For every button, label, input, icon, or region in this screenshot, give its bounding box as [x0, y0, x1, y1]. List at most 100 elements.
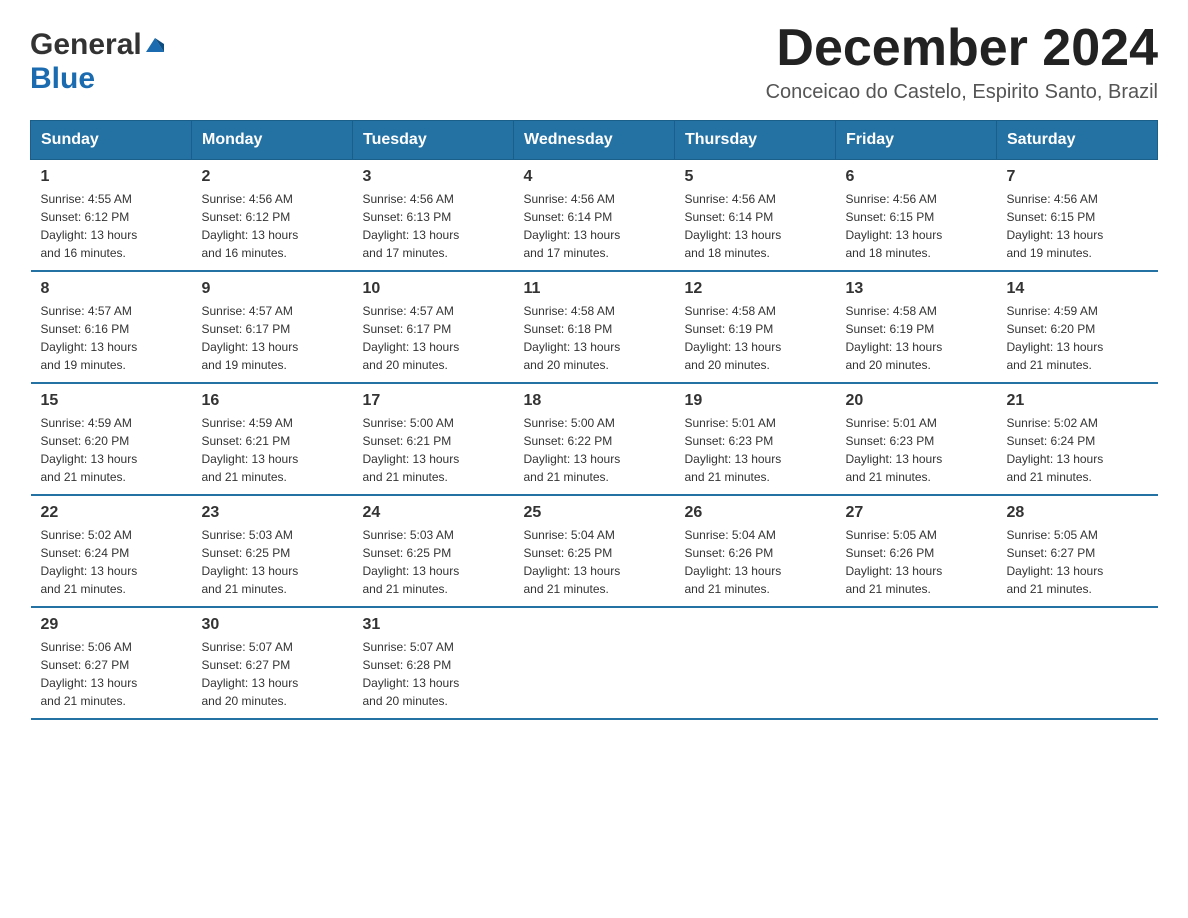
calendar-cell: 8 Sunrise: 4:57 AMSunset: 6:16 PMDayligh… — [31, 271, 192, 383]
day-number: 29 — [41, 616, 182, 634]
calendar-cell: 5 Sunrise: 4:56 AMSunset: 6:14 PMDayligh… — [675, 160, 836, 272]
day-number: 2 — [202, 168, 343, 186]
logo-arrow-icon — [146, 34, 164, 57]
day-info: Sunrise: 5:06 AMSunset: 6:27 PMDaylight:… — [41, 640, 138, 708]
calendar-cell: 19 Sunrise: 5:01 AMSunset: 6:23 PMDaylig… — [675, 383, 836, 495]
day-info: Sunrise: 5:03 AMSunset: 6:25 PMDaylight:… — [363, 528, 460, 596]
day-info: Sunrise: 5:02 AMSunset: 6:24 PMDaylight:… — [41, 528, 138, 596]
day-info: Sunrise: 4:56 AMSunset: 6:15 PMDaylight:… — [1007, 192, 1104, 260]
day-info: Sunrise: 4:59 AMSunset: 6:20 PMDaylight:… — [1007, 304, 1104, 372]
calendar-table: Sunday Monday Tuesday Wednesday Thursday… — [30, 120, 1158, 720]
day-number: 8 — [41, 280, 182, 298]
calendar-cell: 22 Sunrise: 5:02 AMSunset: 6:24 PMDaylig… — [31, 495, 192, 607]
day-number: 11 — [524, 280, 665, 298]
calendar-cell: 4 Sunrise: 4:56 AMSunset: 6:14 PMDayligh… — [514, 160, 675, 272]
day-info: Sunrise: 5:01 AMSunset: 6:23 PMDaylight:… — [846, 416, 943, 484]
day-number: 16 — [202, 392, 343, 410]
calendar-cell: 27 Sunrise: 5:05 AMSunset: 6:26 PMDaylig… — [836, 495, 997, 607]
day-number: 21 — [1007, 392, 1148, 410]
day-number: 20 — [846, 392, 987, 410]
day-info: Sunrise: 5:04 AMSunset: 6:25 PMDaylight:… — [524, 528, 621, 596]
week-row-2: 8 Sunrise: 4:57 AMSunset: 6:16 PMDayligh… — [31, 271, 1158, 383]
day-info: Sunrise: 5:05 AMSunset: 6:26 PMDaylight:… — [846, 528, 943, 596]
week-row-5: 29 Sunrise: 5:06 AMSunset: 6:27 PMDaylig… — [31, 607, 1158, 719]
calendar-cell — [514, 607, 675, 719]
day-number: 1 — [41, 168, 182, 186]
calendar-cell: 20 Sunrise: 5:01 AMSunset: 6:23 PMDaylig… — [836, 383, 997, 495]
week-row-1: 1 Sunrise: 4:55 AMSunset: 6:12 PMDayligh… — [31, 160, 1158, 272]
logo: General Blue — [30, 28, 164, 96]
day-number: 19 — [685, 392, 826, 410]
calendar-cell: 16 Sunrise: 4:59 AMSunset: 6:21 PMDaylig… — [192, 383, 353, 495]
day-number: 25 — [524, 504, 665, 522]
day-info: Sunrise: 4:56 AMSunset: 6:13 PMDaylight:… — [363, 192, 460, 260]
day-info: Sunrise: 5:05 AMSunset: 6:27 PMDaylight:… — [1007, 528, 1104, 596]
day-number: 3 — [363, 168, 504, 186]
day-number: 22 — [41, 504, 182, 522]
day-number: 7 — [1007, 168, 1148, 186]
day-info: Sunrise: 4:55 AMSunset: 6:12 PMDaylight:… — [41, 192, 138, 260]
day-info: Sunrise: 5:01 AMSunset: 6:23 PMDaylight:… — [685, 416, 782, 484]
day-number: 28 — [1007, 504, 1148, 522]
calendar-cell: 15 Sunrise: 4:59 AMSunset: 6:20 PMDaylig… — [31, 383, 192, 495]
day-info: Sunrise: 5:04 AMSunset: 6:26 PMDaylight:… — [685, 528, 782, 596]
day-number: 17 — [363, 392, 504, 410]
header-wednesday: Wednesday — [514, 121, 675, 160]
calendar-cell: 18 Sunrise: 5:00 AMSunset: 6:22 PMDaylig… — [514, 383, 675, 495]
calendar-cell: 26 Sunrise: 5:04 AMSunset: 6:26 PMDaylig… — [675, 495, 836, 607]
calendar-cell: 13 Sunrise: 4:58 AMSunset: 6:19 PMDaylig… — [836, 271, 997, 383]
calendar-cell — [836, 607, 997, 719]
calendar-cell: 14 Sunrise: 4:59 AMSunset: 6:20 PMDaylig… — [997, 271, 1158, 383]
weekday-header-row: Sunday Monday Tuesday Wednesday Thursday… — [31, 121, 1158, 160]
calendar-cell: 23 Sunrise: 5:03 AMSunset: 6:25 PMDaylig… — [192, 495, 353, 607]
logo-general-text: General — [30, 28, 142, 62]
calendar-cell: 17 Sunrise: 5:00 AMSunset: 6:21 PMDaylig… — [353, 383, 514, 495]
day-number: 4 — [524, 168, 665, 186]
calendar-cell: 31 Sunrise: 5:07 AMSunset: 6:28 PMDaylig… — [353, 607, 514, 719]
day-info: Sunrise: 4:57 AMSunset: 6:17 PMDaylight:… — [363, 304, 460, 372]
day-number: 13 — [846, 280, 987, 298]
day-info: Sunrise: 5:03 AMSunset: 6:25 PMDaylight:… — [202, 528, 299, 596]
header-thursday: Thursday — [675, 121, 836, 160]
calendar-cell: 6 Sunrise: 4:56 AMSunset: 6:15 PMDayligh… — [836, 160, 997, 272]
day-info: Sunrise: 4:59 AMSunset: 6:20 PMDaylight:… — [41, 416, 138, 484]
calendar-cell — [675, 607, 836, 719]
day-number: 6 — [846, 168, 987, 186]
calendar-cell: 7 Sunrise: 4:56 AMSunset: 6:15 PMDayligh… — [997, 160, 1158, 272]
calendar-cell: 1 Sunrise: 4:55 AMSunset: 6:12 PMDayligh… — [31, 160, 192, 272]
calendar-cell: 29 Sunrise: 5:06 AMSunset: 6:27 PMDaylig… — [31, 607, 192, 719]
day-info: Sunrise: 4:56 AMSunset: 6:14 PMDaylight:… — [524, 192, 621, 260]
day-info: Sunrise: 5:02 AMSunset: 6:24 PMDaylight:… — [1007, 416, 1104, 484]
header-sunday: Sunday — [31, 121, 192, 160]
day-info: Sunrise: 4:58 AMSunset: 6:18 PMDaylight:… — [524, 304, 621, 372]
calendar-cell: 11 Sunrise: 4:58 AMSunset: 6:18 PMDaylig… — [514, 271, 675, 383]
day-number: 10 — [363, 280, 504, 298]
calendar-cell: 30 Sunrise: 5:07 AMSunset: 6:27 PMDaylig… — [192, 607, 353, 719]
week-row-3: 15 Sunrise: 4:59 AMSunset: 6:20 PMDaylig… — [31, 383, 1158, 495]
day-number: 14 — [1007, 280, 1148, 298]
day-info: Sunrise: 4:56 AMSunset: 6:12 PMDaylight:… — [202, 192, 299, 260]
day-info: Sunrise: 4:59 AMSunset: 6:21 PMDaylight:… — [202, 416, 299, 484]
day-number: 23 — [202, 504, 343, 522]
calendar-cell: 10 Sunrise: 4:57 AMSunset: 6:17 PMDaylig… — [353, 271, 514, 383]
day-info: Sunrise: 5:07 AMSunset: 6:27 PMDaylight:… — [202, 640, 299, 708]
day-number: 31 — [363, 616, 504, 634]
day-info: Sunrise: 4:57 AMSunset: 6:17 PMDaylight:… — [202, 304, 299, 372]
day-number: 27 — [846, 504, 987, 522]
calendar-cell: 24 Sunrise: 5:03 AMSunset: 6:25 PMDaylig… — [353, 495, 514, 607]
header-friday: Friday — [836, 121, 997, 160]
day-info: Sunrise: 4:58 AMSunset: 6:19 PMDaylight:… — [846, 304, 943, 372]
calendar-cell: 9 Sunrise: 4:57 AMSunset: 6:17 PMDayligh… — [192, 271, 353, 383]
calendar-cell: 3 Sunrise: 4:56 AMSunset: 6:13 PMDayligh… — [353, 160, 514, 272]
calendar-cell: 25 Sunrise: 5:04 AMSunset: 6:25 PMDaylig… — [514, 495, 675, 607]
day-number: 24 — [363, 504, 504, 522]
logo-blue-text: Blue — [30, 62, 95, 95]
day-number: 30 — [202, 616, 343, 634]
day-info: Sunrise: 5:00 AMSunset: 6:22 PMDaylight:… — [524, 416, 621, 484]
month-title: December 2024 — [766, 20, 1158, 77]
day-info: Sunrise: 4:57 AMSunset: 6:16 PMDaylight:… — [41, 304, 138, 372]
day-info: Sunrise: 4:56 AMSunset: 6:14 PMDaylight:… — [685, 192, 782, 260]
header-tuesday: Tuesday — [353, 121, 514, 160]
calendar-cell: 2 Sunrise: 4:56 AMSunset: 6:12 PMDayligh… — [192, 160, 353, 272]
week-row-4: 22 Sunrise: 5:02 AMSunset: 6:24 PMDaylig… — [31, 495, 1158, 607]
